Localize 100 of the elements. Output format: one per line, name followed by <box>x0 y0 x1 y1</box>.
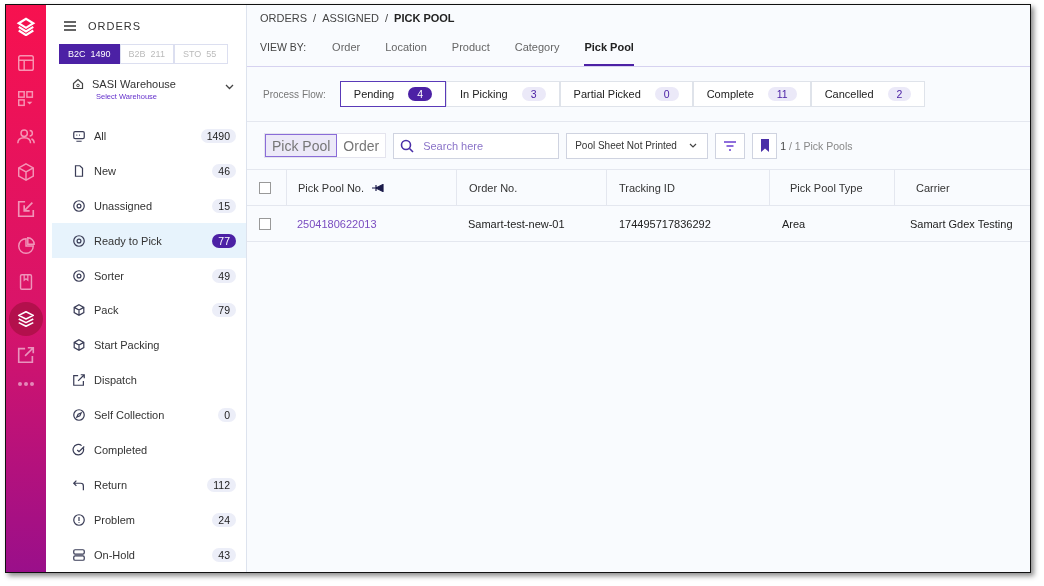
table-cell: Samart-test-new-01 <box>468 217 565 230</box>
view-toggle-button[interactable]: Pick Pool <box>265 134 338 157</box>
page-count: 1 / 1 Pick Pools <box>780 139 853 152</box>
count-badge: 0 <box>218 408 236 423</box>
select-all-checkbox[interactable] <box>259 181 271 194</box>
cube-icon[interactable] <box>16 162 36 183</box>
step-label: In Picking <box>460 88 508 100</box>
sidebar-item[interactable]: On-Hold 43 <box>52 537 246 572</box>
breadcrumb-link[interactable]: ORDERS <box>260 12 308 28</box>
more-icon[interactable] <box>17 380 35 387</box>
filter-icon <box>723 140 738 151</box>
item-label: Pack <box>94 304 120 317</box>
view-tab[interactable]: Pick Pool <box>584 28 634 66</box>
column-header: Pick Pool No. <box>298 181 365 194</box>
sidebar-item[interactable]: Return 112 <box>52 467 246 503</box>
step-label: Complete <box>706 88 754 100</box>
count-badge: 24 <box>212 512 236 527</box>
external-link-icon <box>72 373 86 388</box>
sidebar-item[interactable]: Dispatch <box>52 362 246 398</box>
compass-icon <box>72 408 86 423</box>
sidebar-item[interactable]: All 1490 <box>52 118 246 154</box>
sidebar-item[interactable]: Start Packing <box>52 327 246 363</box>
table-cell: Area <box>782 217 806 230</box>
item-label: Sorter <box>94 269 125 282</box>
monitor-icon <box>72 129 86 144</box>
column-header: Pick Pool Type <box>790 181 863 194</box>
item-label: All <box>94 130 108 143</box>
chevron-down-icon[interactable] <box>225 84 234 91</box>
count-badge: 2 <box>887 87 912 101</box>
view-tab[interactable]: Category <box>514 28 560 66</box>
breadcrumb-separator: / <box>385 12 389 26</box>
layers-icon[interactable] <box>16 308 36 329</box>
item-label: Start Packing <box>94 339 161 352</box>
process-step-tab[interactable]: Pending 4 <box>339 81 446 107</box>
view-tab[interactable]: Order <box>332 28 361 66</box>
inbox-arrow-icon[interactable] <box>16 198 36 219</box>
sidebar-item[interactable]: Self Collection 0 <box>52 397 246 433</box>
filter-button[interactable] <box>715 132 746 159</box>
process-step-tab[interactable]: Cancelled 2 <box>810 81 926 107</box>
print-status-dropdown[interactable]: Pool Sheet Not Printed <box>566 132 709 159</box>
sidebar-item[interactable]: Sorter 49 <box>52 258 246 294</box>
count-badge: 0 <box>654 87 679 101</box>
view-by-label: VIEW BY: <box>260 41 307 53</box>
bookmark-icon <box>759 139 770 152</box>
item-label: Return <box>94 478 129 491</box>
count-badge: 3 <box>521 87 546 101</box>
breadcrumb-current: PICK POOL <box>394 12 455 26</box>
process-step-tab[interactable]: Complete 11 <box>692 81 811 107</box>
count-badge: 4 <box>408 87 432 101</box>
menu-icon[interactable] <box>64 20 76 31</box>
sidebar-item[interactable]: Ready to Pick 77 <box>52 223 246 259</box>
table-cell: 174495717836292 <box>619 217 711 230</box>
count-badge: 11 <box>767 87 797 101</box>
search-field[interactable]: Search here <box>393 132 560 159</box>
count-badge: 79 <box>212 303 236 318</box>
cube-icon <box>72 338 86 353</box>
sidebar-item[interactable]: Completed <box>52 432 246 468</box>
item-label: Problem <box>94 513 136 526</box>
step-label: Cancelled <box>824 88 874 100</box>
count-badge: 43 <box>212 547 236 562</box>
warehouse-name: SASI Warehouse <box>92 78 177 91</box>
step-label: Partial Picked <box>573 88 641 100</box>
count-badge: 15 <box>212 198 236 213</box>
sidebar-item[interactable]: Problem 24 <box>52 502 246 538</box>
item-label: Unassigned <box>94 199 154 212</box>
item-label: Ready to Pick <box>94 234 163 247</box>
view-tab[interactable]: Product <box>451 28 490 66</box>
column-header: Tracking ID <box>619 181 675 194</box>
stack-icon <box>72 547 86 562</box>
logo-icon[interactable] <box>16 16 36 36</box>
process-step-tab[interactable]: In Picking 3 <box>446 81 560 107</box>
item-label: Dispatch <box>94 374 138 387</box>
count-badge: 1490 <box>200 129 236 144</box>
breadcrumb-link[interactable]: ASSIGNED <box>322 12 379 28</box>
count-badge: 49 <box>212 268 236 283</box>
channel-tab[interactable]: B2C 1490 <box>59 44 120 65</box>
target-icon <box>72 233 86 248</box>
pick-pool-link[interactable]: 2504180622013 <box>297 217 377 230</box>
breadcrumb-separator: / <box>313 12 317 26</box>
layout-icon[interactable] <box>16 52 36 73</box>
cube-icon <box>72 303 86 318</box>
external-link-icon[interactable] <box>16 345 36 366</box>
target-icon <box>72 268 86 283</box>
chevron-down-icon <box>689 143 698 148</box>
document-icon <box>72 164 86 178</box>
sidebar-item[interactable]: Unassigned 15 <box>52 188 246 224</box>
sidebar-item[interactable]: New 46 <box>52 153 246 189</box>
table-cell: Samart Gdex Testing <box>910 217 1013 230</box>
pin-icon[interactable] <box>372 183 385 192</box>
process-step-tab[interactable]: Partial Picked 0 <box>559 81 693 107</box>
sidebar-item[interactable]: Pack 79 <box>52 293 246 328</box>
count-badge: 77 <box>212 233 236 248</box>
alert-icon <box>72 512 86 527</box>
row-checkbox[interactable] <box>259 217 271 230</box>
view-tab[interactable]: Location <box>385 28 427 66</box>
step-label: Pending <box>353 88 395 100</box>
home-icon <box>72 78 84 91</box>
column-header: Order No. <box>469 181 518 194</box>
pie-chart-icon[interactable] <box>16 235 36 256</box>
bookmark-button[interactable] <box>752 132 778 159</box>
